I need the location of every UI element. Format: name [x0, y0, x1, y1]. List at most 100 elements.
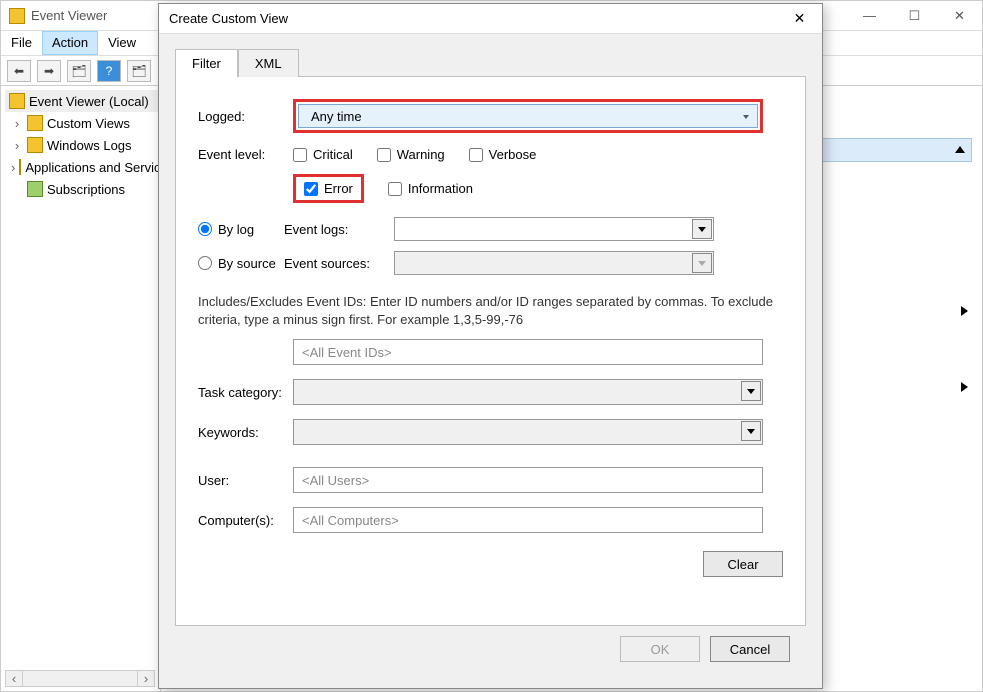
nav-tree[interactable]: Event Viewer (Local) › Custom Views › Wi…: [1, 86, 161, 691]
logged-label: Logged:: [198, 109, 293, 124]
filter-tab-panel: Logged: Any time Event level: Critical: [175, 76, 806, 626]
tree-label: Custom Views: [47, 116, 130, 131]
toolbar-button-2[interactable]: 🗂: [127, 60, 151, 82]
by-log-radio-input[interactable]: [198, 222, 212, 236]
by-log-label: By log: [218, 222, 254, 237]
toolbar-button-1[interactable]: 🗂: [67, 60, 91, 82]
event-logs-dropdown[interactable]: [394, 217, 714, 241]
user-input[interactable]: <All Users>: [293, 467, 763, 493]
event-ids-help-text: Includes/Excludes Event IDs: Enter ID nu…: [198, 293, 783, 329]
tree-label: Windows Logs: [47, 138, 132, 153]
critical-checkbox-input[interactable]: [293, 148, 307, 162]
error-checkbox-input[interactable]: [304, 182, 318, 196]
subscriptions-icon: [27, 181, 43, 197]
tab-filter[interactable]: Filter: [175, 49, 238, 77]
logged-highlight: Any time: [293, 99, 763, 133]
chevron-down-icon: [743, 115, 749, 119]
menu-view[interactable]: View: [98, 31, 146, 55]
folder-icon: [27, 115, 43, 131]
keywords-label: Keywords:: [198, 425, 293, 440]
event-logs-label: Event logs:: [284, 222, 394, 237]
warning-label: Warning: [397, 147, 445, 162]
user-label: User:: [198, 473, 293, 488]
event-ids-placeholder: <All Event IDs>: [302, 345, 392, 360]
verbose-label: Verbose: [489, 147, 537, 162]
keywords-dropdown[interactable]: [293, 419, 763, 445]
close-window-button[interactable]: ✕: [937, 1, 982, 30]
chevron-right-icon[interactable]: [961, 306, 968, 316]
by-source-radio[interactable]: By source: [198, 256, 284, 271]
logged-dropdown[interactable]: Any time: [298, 104, 758, 128]
critical-label: Critical: [313, 147, 353, 162]
tree-item-custom-views[interactable]: › Custom Views: [5, 112, 160, 134]
chevron-down-icon: [698, 261, 706, 266]
event-sources-label: Event sources:: [284, 256, 394, 271]
error-label: Error: [324, 181, 353, 196]
expand-icon[interactable]: ›: [11, 138, 23, 153]
verbose-checkbox-input[interactable]: [469, 148, 483, 162]
nav-back-button[interactable]: ⬅: [7, 60, 31, 82]
by-source-radio-input[interactable]: [198, 256, 212, 270]
create-custom-view-dialog: Create Custom View ✕ Filter XML Logged: …: [158, 3, 823, 689]
tab-xml[interactable]: XML: [238, 49, 299, 77]
maximize-button[interactable]: ☐: [892, 1, 937, 30]
dialog-close-button[interactable]: ✕: [777, 4, 822, 33]
dialog-titlebar[interactable]: Create Custom View ✕: [159, 4, 822, 34]
menu-file[interactable]: File: [1, 31, 42, 55]
information-checkbox-input[interactable]: [388, 182, 402, 196]
error-checkbox[interactable]: Error: [293, 174, 364, 203]
help-button[interactable]: ?: [97, 60, 121, 82]
scroll-right-icon[interactable]: ›: [137, 671, 154, 686]
event-sources-dropdown: [394, 251, 714, 275]
folder-icon: [19, 159, 21, 175]
computers-placeholder: <All Computers>: [302, 513, 399, 528]
by-log-radio[interactable]: By log: [198, 222, 284, 237]
nav-forward-button[interactable]: ➡: [37, 60, 61, 82]
folder-icon: [27, 137, 43, 153]
tree-item-windows-logs[interactable]: › Windows Logs: [5, 134, 160, 156]
tree-label: Subscriptions: [47, 182, 125, 197]
dropdown-button: [692, 253, 712, 273]
tree-root-label: Event Viewer (Local): [29, 94, 149, 109]
tree-item-applications[interactable]: › Applications and Services Logs: [5, 156, 160, 178]
clear-button[interactable]: Clear: [703, 551, 783, 577]
tree-root-icon: [9, 93, 25, 109]
information-checkbox[interactable]: Information: [388, 181, 473, 196]
chevron-right-icon[interactable]: [961, 382, 968, 392]
tree-root[interactable]: Event Viewer (Local): [5, 90, 160, 112]
by-source-label: By source: [218, 256, 276, 271]
horizontal-scrollbar[interactable]: ‹ ›: [5, 670, 155, 687]
critical-checkbox[interactable]: Critical: [293, 147, 353, 162]
dropdown-button[interactable]: [741, 421, 761, 441]
task-category-dropdown: [293, 379, 763, 405]
event-viewer-icon: [9, 8, 25, 24]
warning-checkbox[interactable]: Warning: [377, 147, 445, 162]
verbose-checkbox[interactable]: Verbose: [469, 147, 537, 162]
dropdown-button: [741, 381, 761, 401]
warning-checkbox-input[interactable]: [377, 148, 391, 162]
collapse-up-icon: [955, 146, 965, 153]
dialog-footer: OK Cancel: [175, 626, 806, 662]
event-level-label: Event level:: [198, 147, 293, 162]
chevron-down-icon: [747, 429, 755, 434]
bg-title: Event Viewer: [31, 8, 107, 23]
task-category-label: Task category:: [198, 385, 293, 400]
expand-icon[interactable]: ›: [11, 160, 15, 175]
minimize-button[interactable]: —: [847, 1, 892, 30]
dropdown-button[interactable]: [692, 219, 712, 239]
dialog-title: Create Custom View: [169, 11, 288, 26]
tab-strip: Filter XML: [175, 48, 806, 76]
menu-action[interactable]: Action: [42, 31, 98, 55]
event-ids-input[interactable]: <All Event IDs>: [293, 339, 763, 365]
logged-value: Any time: [311, 109, 362, 124]
scroll-left-icon[interactable]: ‹: [6, 671, 23, 686]
cancel-button[interactable]: Cancel: [710, 636, 790, 662]
expand-icon[interactable]: ›: [11, 116, 23, 131]
computers-input[interactable]: <All Computers>: [293, 507, 763, 533]
user-placeholder: <All Users>: [302, 473, 369, 488]
chevron-down-icon: [747, 389, 755, 394]
ok-button: OK: [620, 636, 700, 662]
computers-label: Computer(s):: [198, 513, 293, 528]
information-label: Information: [408, 181, 473, 196]
tree-item-subscriptions[interactable]: Subscriptions: [5, 178, 160, 200]
